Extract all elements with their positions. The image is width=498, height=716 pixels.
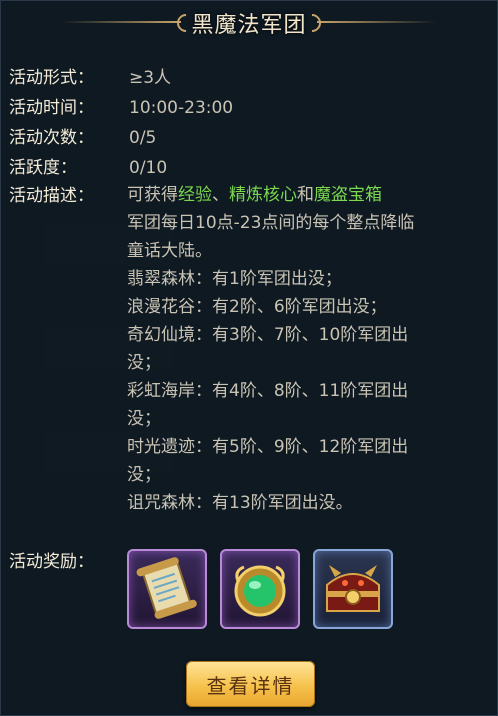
row-time: 活动时间： 10:00-23:00: [1, 93, 497, 123]
description-line: 翡翠森林：有1阶军团出没；: [127, 269, 342, 289]
row-value: 0/10: [129, 158, 168, 178]
description-line: 彩虹海岸：有4阶、8阶、11阶军团出: [127, 381, 409, 401]
rewards-label: 活动奖励：: [9, 552, 94, 572]
row-activity-points: 活跃度： 0/10: [1, 153, 497, 183]
description-line: 军团每日10点-23点间的每个整点降临: [127, 213, 415, 233]
description-label: 活动描述：: [9, 186, 94, 206]
description-line: 童话大陆。: [127, 241, 212, 261]
reward-core: 精炼核心: [229, 185, 297, 205]
description-line: 没；: [127, 409, 161, 429]
view-details-button[interactable]: 查看详情: [186, 661, 315, 707]
reward-chest: 魔盗宝箱: [314, 185, 382, 205]
title-bar: 黑魔法军团: [1, 1, 497, 45]
description-line: 诅咒森林：有13阶军团出没。: [127, 493, 353, 513]
row-format: 活动形式： ≥3人: [1, 63, 497, 93]
row-value: 0/5: [129, 128, 157, 148]
row-description: 活动描述：: [1, 181, 129, 211]
row-value: 10:00-23:00: [129, 98, 234, 118]
row-label: 活跃度：: [9, 158, 77, 178]
row-count: 活动次数： 0/5: [1, 123, 497, 153]
description-text: 可获得经验、精炼核心和魔盗宝箱 军团每日10点-23点间的每个整点降临 童话大陆…: [127, 181, 487, 517]
scroll-icon: [136, 557, 197, 619]
description-line: 时光遗迹：有5阶、9阶、12阶军团出: [127, 437, 409, 457]
description-line: 奇幻仙境：有3阶、7阶、10阶军团出: [127, 325, 409, 345]
description-line: 浪漫花谷：有2阶、6阶军团出没；: [127, 297, 387, 317]
description-line: 没；: [127, 465, 161, 485]
row-label: 活动次数：: [9, 128, 94, 148]
description-intro: 可获得经验、精炼核心和魔盗宝箱: [127, 185, 382, 205]
reward-slot[interactable]: [220, 549, 300, 629]
activity-detail-panel: 黑魔法军团 活动形式： ≥3人 活动时间： 10:00-23:00 活动次数： …: [0, 0, 498, 716]
reward-exp: 经验: [178, 185, 212, 205]
panel-title: 黑魔法军团: [191, 13, 307, 38]
treasure-chest-icon: [326, 565, 380, 612]
info-rows: 活动形式： ≥3人 活动时间： 10:00-23:00 活动次数： 0/5 活跃…: [1, 63, 497, 183]
description-line: 没；: [127, 353, 161, 373]
row-label: 活动时间：: [9, 98, 94, 118]
reward-slot[interactable]: [127, 549, 207, 629]
green-gem-icon: [234, 565, 286, 617]
row-label: 活动形式：: [9, 68, 94, 88]
reward-slot[interactable]: [313, 549, 393, 629]
row-value: ≥3人: [129, 68, 172, 88]
